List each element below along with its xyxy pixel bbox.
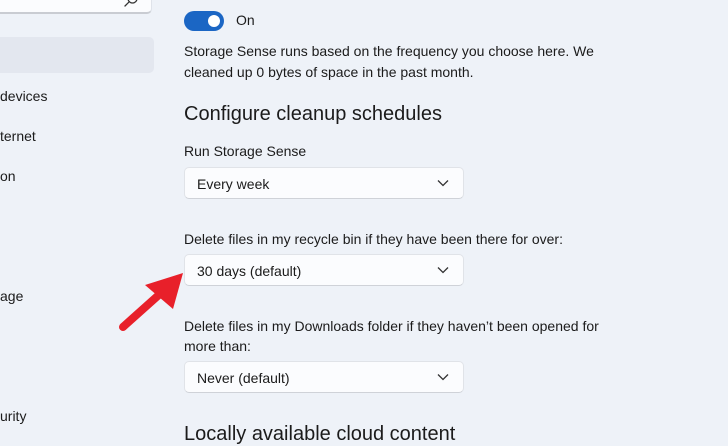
storage-sense-toggle[interactable]: [184, 11, 224, 31]
sidebar-item-devices[interactable]: devices: [0, 88, 47, 104]
sidebar-item-personalization[interactable]: on: [0, 168, 16, 184]
sidebar-item-selected[interactable]: [0, 37, 154, 73]
storage-sense-settings: On Storage Sense runs based on the frequ…: [184, 0, 728, 445]
dropdown-value: 30 days (default): [197, 263, 302, 279]
recycle-bin-label: Delete files in my recycle bin if they h…: [184, 231, 563, 247]
chevron-down-icon: [437, 180, 449, 187]
chevron-down-icon: [437, 267, 449, 274]
dropdown-value: Every week: [197, 176, 270, 192]
run-storage-sense-label: Run Storage Sense: [184, 143, 307, 159]
sidebar: devices ternet on age urity: [0, 0, 160, 438]
toggle-label: On: [236, 12, 255, 28]
downloads-folder-dropdown[interactable]: Never (default): [184, 361, 464, 393]
toggle-knob: [208, 15, 220, 27]
recycle-bin-dropdown[interactable]: 30 days (default): [184, 254, 464, 286]
run-storage-sense-dropdown[interactable]: Every week: [184, 167, 464, 199]
red-arrow-icon: [119, 273, 183, 331]
chevron-down-icon: [437, 374, 449, 381]
downloads-folder-label: Delete files in my Downloads folder if t…: [184, 318, 599, 354]
storage-sense-description: Storage Sense runs based on the frequenc…: [184, 43, 594, 80]
sidebar-item-network-internet[interactable]: ternet: [0, 128, 36, 144]
sidebar-item-security[interactable]: urity: [0, 408, 26, 424]
sidebar-item-language[interactable]: age: [0, 288, 23, 304]
dropdown-value: Never (default): [197, 370, 290, 386]
search-box[interactable]: [0, 0, 152, 14]
cleanup-schedules-heading: Configure cleanup schedules: [184, 103, 442, 125]
search-icon[interactable]: [123, 0, 139, 8]
cloud-content-heading: Locally available cloud content: [184, 423, 456, 445]
